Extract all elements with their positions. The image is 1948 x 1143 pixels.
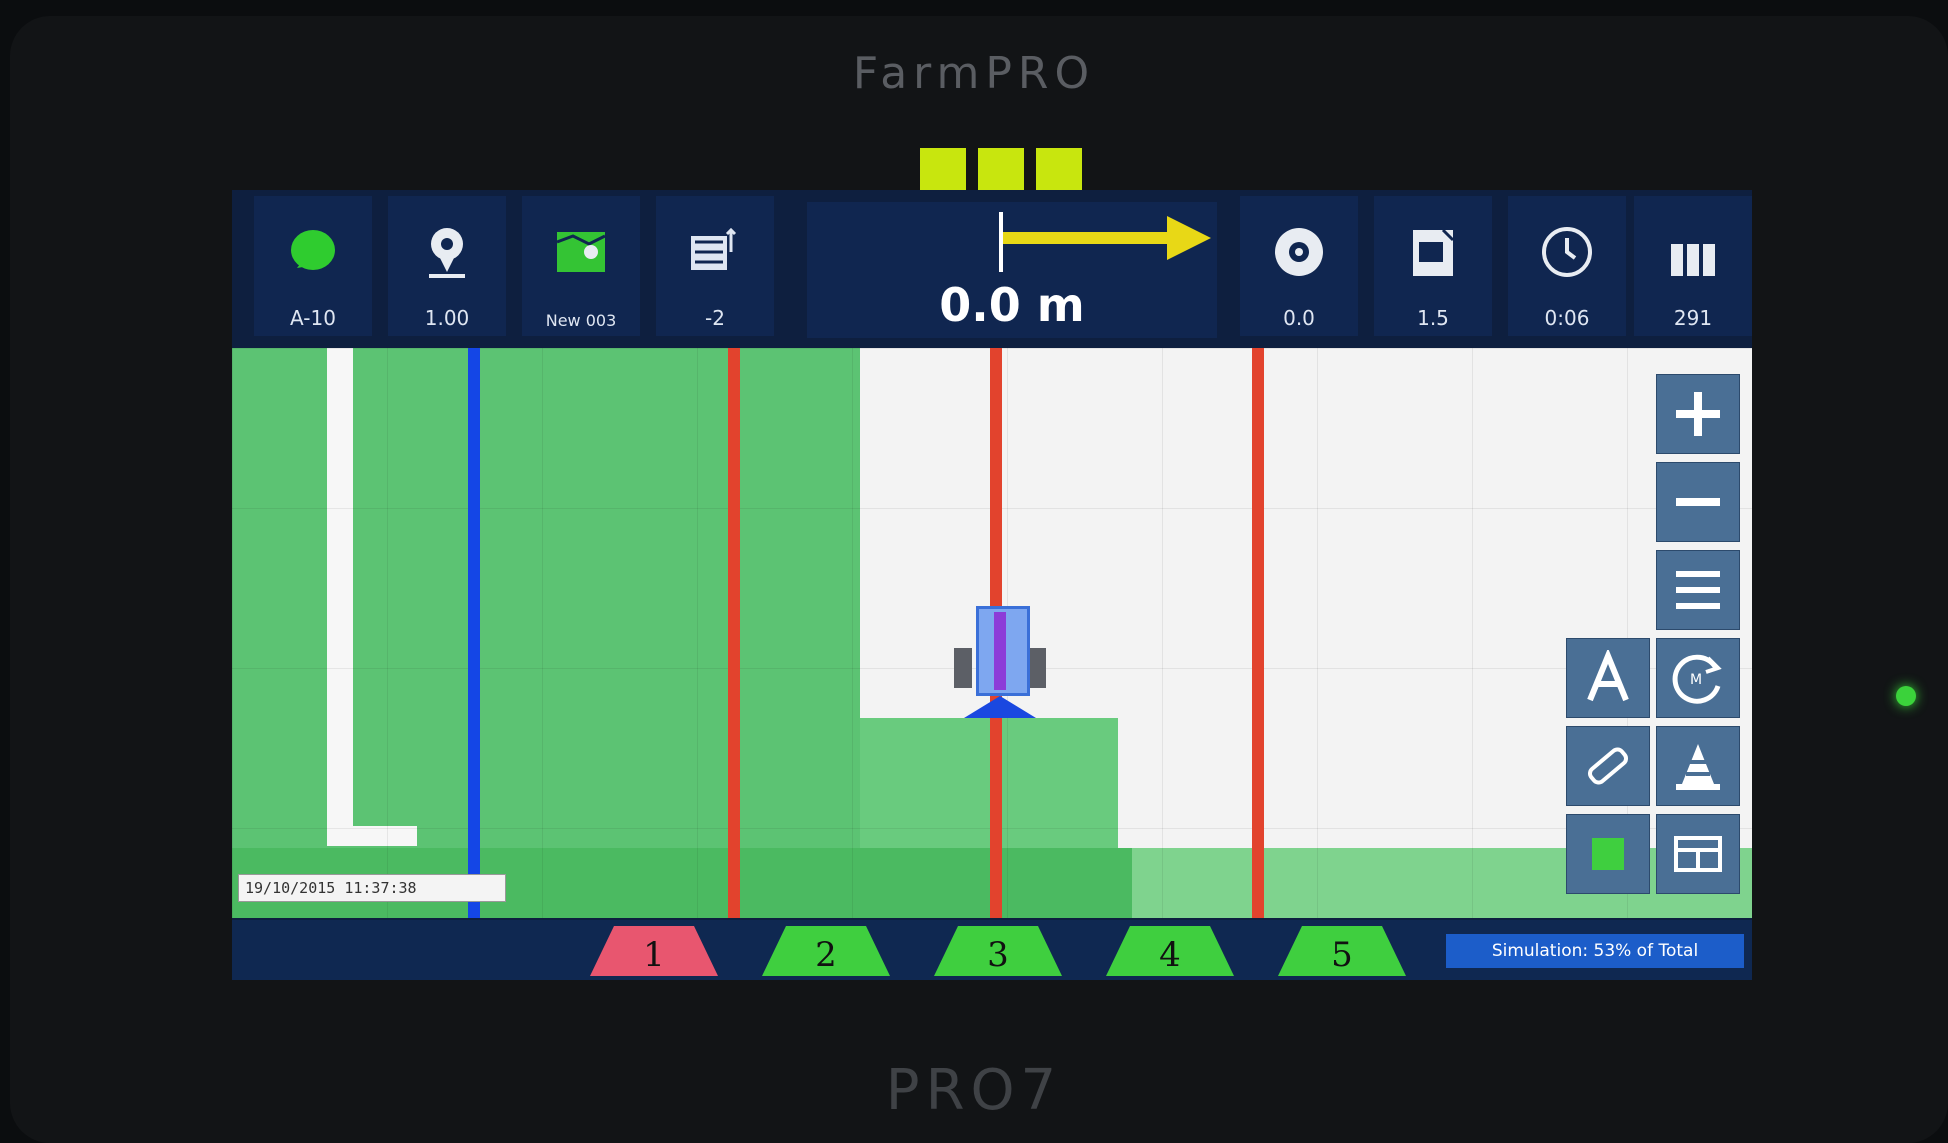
location-tile-value: 1.00: [424, 306, 470, 330]
guidance-line: [728, 348, 740, 918]
section-1-label: 1: [643, 935, 665, 975]
gps-dot: [920, 148, 966, 190]
speed-tile[interactable]: 0.0: [1240, 196, 1358, 336]
area-tile-value: 1.5: [1417, 306, 1449, 330]
steering-arrow-head-icon: [1167, 216, 1211, 260]
active-guidance-line: [468, 348, 480, 918]
location-pin-icon: [429, 228, 465, 278]
zoom-out-button[interactable]: [1656, 462, 1740, 542]
field-map-icon: [556, 232, 606, 272]
rotate-view-button[interactable]: M: [1656, 638, 1740, 718]
plus-icon: [1657, 375, 1739, 453]
speed-wheel-icon: [1275, 228, 1323, 276]
svg-text:M: M: [1690, 672, 1702, 688]
signal-tile[interactable]: 291: [1634, 196, 1752, 336]
menu-button[interactable]: [1656, 550, 1740, 630]
gps-signal-icon: [291, 230, 335, 270]
section-5-label: 5: [1331, 935, 1353, 975]
speed-tile-value: 0.0: [1283, 306, 1315, 330]
section-3-button[interactable]: 3: [934, 926, 1062, 976]
brand-logo: FarmPRO: [852, 48, 1096, 99]
section-2-button[interactable]: 2: [762, 926, 890, 976]
signal-bars-icon: [1671, 244, 1715, 276]
section-control-bar: 1 2 3 4 5 Simulation: 53% of Total: [232, 920, 1752, 980]
zoom-in-button[interactable]: [1656, 374, 1740, 454]
cone-icon: [1657, 727, 1739, 805]
split-view-button[interactable]: [1656, 814, 1740, 894]
swath-offset-tile[interactable]: -2: [656, 196, 774, 336]
area-tile[interactable]: 1.5: [1374, 196, 1492, 336]
marker-button[interactable]: [1656, 726, 1740, 806]
section-1-button[interactable]: 1: [590, 926, 718, 976]
swath-offset-icon: [691, 227, 737, 270]
model-label: PRO7: [885, 1058, 1063, 1123]
auto-steer-button[interactable]: [1566, 638, 1650, 718]
time-tile[interactable]: 0:06: [1508, 196, 1626, 336]
cross-track-error: 0.0 m: [939, 278, 1085, 332]
field-tile[interactable]: New 003: [522, 196, 640, 336]
letter-a-icon: [1567, 639, 1649, 717]
section-2-label: 2: [815, 935, 837, 975]
map-timestamp: 19/10/2015 11:37:38: [238, 874, 506, 902]
steering-arrow-icon: [1003, 232, 1173, 244]
green-square-icon: [1567, 815, 1649, 893]
gps-tile[interactable]: A-10: [254, 196, 372, 336]
implement-icon: [1567, 727, 1649, 805]
minus-icon: [1657, 463, 1739, 541]
coverage-toggle-button[interactable]: [1566, 814, 1650, 894]
guidance-line: [1252, 348, 1264, 918]
menu-icon: [1657, 551, 1739, 629]
tractor-icon: [946, 596, 1056, 726]
section-4-label: 4: [1159, 935, 1181, 975]
status-bar: A-10 1.00 New 003 -2 0.0 m 0.0 1.5 0:06 …: [232, 190, 1752, 340]
field-map[interactable]: 19/10/2015 11:37:38 M: [232, 348, 1752, 918]
gps-dot: [978, 148, 1024, 190]
section-4-button[interactable]: 4: [1106, 926, 1234, 976]
split-view-icon: [1657, 815, 1739, 893]
clock-icon: [1542, 227, 1592, 277]
gps-tile-value: A-10: [290, 306, 336, 330]
time-tile-value: 0:06: [1544, 306, 1590, 330]
rotate-icon: M: [1657, 639, 1739, 717]
simulation-status: Simulation: 53% of Total: [1446, 934, 1744, 968]
gps-dot: [1036, 148, 1082, 190]
power-led: [1896, 686, 1916, 706]
swath-offset-value: -2: [705, 306, 725, 330]
section-5-button[interactable]: 5: [1278, 926, 1406, 976]
section-3-label: 3: [987, 935, 1009, 975]
location-tile[interactable]: 1.00: [388, 196, 506, 336]
signal-tile-value: 291: [1673, 306, 1713, 330]
gps-status-indicator: [920, 148, 1082, 190]
area-icon: [1413, 228, 1455, 276]
display-screen: A-10 1.00 New 003 -2 0.0 m 0.0 1.5 0:06 …: [232, 190, 1752, 980]
lightbar: 0.0 m: [807, 202, 1217, 338]
field-tile-value: New 003: [545, 311, 617, 330]
implement-button[interactable]: [1566, 726, 1650, 806]
